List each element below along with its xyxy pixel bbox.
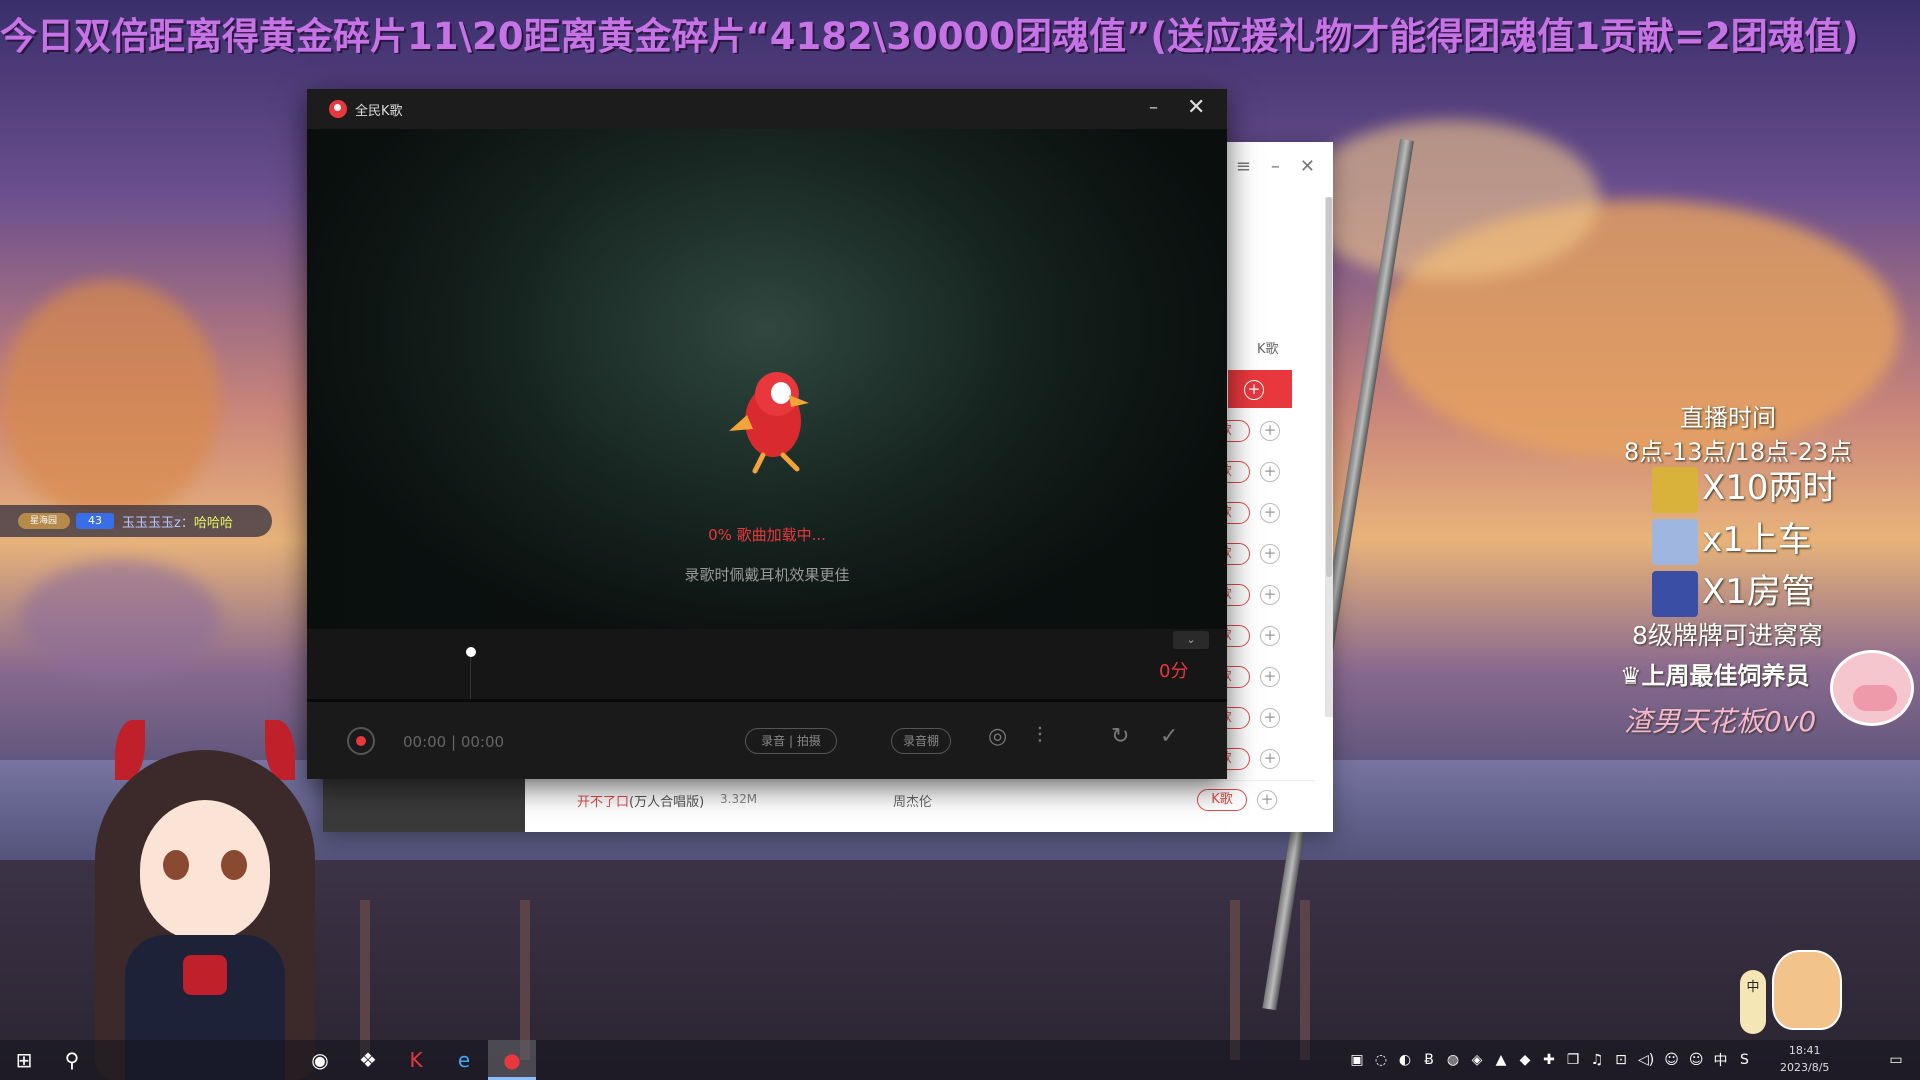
- record-button[interactable]: [347, 727, 375, 755]
- ktv-window: 全民K歌 – ✕ 0% 歌曲加载中... 录歌时佩戴耳机效果更佳 ⌄ 0分 00…: [307, 89, 1227, 779]
- pig-icon: [1830, 650, 1914, 726]
- control-bar: 00:00 | 00:00 录音 | 拍摄 录音棚 ◎ ⫶ ↻ ✓: [307, 702, 1227, 779]
- taskbar: ⊞ ⚲ ◉ ❖ K e ● ▣ ◌ ◐ Ƀ ◍ ◈ ▲ ◆ ✚ ❐ ♫ ⊡ ◁)…: [0, 1040, 1920, 1080]
- stream-banner: 今日双倍距离得黄金碎片11\20距离黄金碎片“4182\30000团魂值”(送应…: [0, 15, 1859, 54]
- tray-icon[interactable]: ☺: [1689, 1052, 1704, 1068]
- level-requirement: 8级牌牌可进窝窝: [1632, 621, 1823, 650]
- search-icon[interactable]: ⚲: [48, 1040, 96, 1080]
- chat-message: 星海园 43 玉玉玉玉z：哈哈哈: [0, 505, 272, 537]
- add-icon[interactable]: +: [1260, 749, 1280, 769]
- clock[interactable]: 18:41 2023/8/5: [1780, 1042, 1829, 1076]
- fan-badge: 星海园: [18, 513, 70, 529]
- mascot-bird-icon: [729, 372, 809, 474]
- close-icon[interactable]: ✕: [1300, 156, 1315, 177]
- dog-mascot-icon: [1772, 950, 1842, 1030]
- crown-icon: ♛: [1620, 662, 1642, 690]
- song-size: 3.32M: [720, 792, 758, 806]
- gold-ticket-icon: [1652, 466, 1698, 513]
- headphone-tip: 录歌时佩戴耳机效果更佳: [684, 566, 850, 584]
- edge-icon[interactable]: e: [440, 1040, 488, 1080]
- start-icon[interactable]: ⊞: [0, 1040, 48, 1080]
- gift-item: X1房管: [1652, 564, 1815, 617]
- equalizer-icon[interactable]: ⫶: [1037, 724, 1043, 749]
- song-title[interactable]: 开不了口(万人合唱版): [577, 791, 704, 810]
- level-badge: 43: [76, 513, 114, 529]
- volume-icon[interactable]: ◁): [1638, 1052, 1654, 1068]
- ktv-taskbar-icon[interactable]: ●: [488, 1040, 536, 1080]
- pitch-indicator: [466, 647, 476, 657]
- weekly-best-name: 渣男天花板0v0: [1624, 705, 1817, 738]
- vtuber-avatar: [95, 720, 315, 1080]
- notification-icon[interactable]: ▭: [1872, 1040, 1920, 1080]
- song-row[interactable]: 开不了口(万人合唱版) 3.32M 周杰伦 K歌 +: [525, 780, 1315, 818]
- ime-floating-bar[interactable]: 中: [1740, 970, 1766, 1034]
- record-photo-toggle[interactable]: 录音 | 拍摄: [745, 728, 837, 754]
- score-display: 0分: [1159, 661, 1189, 682]
- add-icon[interactable]: +: [1260, 708, 1280, 728]
- live-time-title: 直播时间: [1680, 404, 1776, 432]
- studio-button[interactable]: 录音棚: [891, 728, 951, 754]
- pitch-track: ⌄ 0分: [307, 629, 1227, 699]
- list-scrollbar[interactable]: [1325, 197, 1333, 717]
- gift-item: x1上车: [1652, 512, 1812, 565]
- minimize-icon[interactable]: –: [1271, 156, 1280, 177]
- tray-icon[interactable]: ▣: [1350, 1052, 1364, 1068]
- repeat-icon[interactable]: ↻: [1111, 724, 1129, 749]
- add-icon[interactable]: +: [1244, 380, 1264, 400]
- tray-icon[interactable]: ☺: [1664, 1052, 1679, 1068]
- tray-icon[interactable]: ◈: [1470, 1052, 1484, 1068]
- list-window-controls: ≡ – ✕: [1236, 156, 1315, 177]
- ktv-titlebar[interactable]: 全民K歌 – ✕: [307, 89, 1227, 129]
- app-icon[interactable]: ❖: [344, 1040, 392, 1080]
- tray-icon[interactable]: ◍: [1446, 1052, 1460, 1068]
- k-app-icon[interactable]: K: [392, 1040, 440, 1080]
- gift-item: X10两时: [1652, 460, 1837, 513]
- weekly-best-label: ♛上周最佳饲养员: [1620, 662, 1810, 690]
- plane-icon: [1652, 518, 1698, 565]
- ime-indicator[interactable]: 中: [1713, 1050, 1727, 1070]
- network-icon[interactable]: ⊡: [1614, 1052, 1628, 1068]
- tray-icon[interactable]: ❐: [1566, 1052, 1580, 1068]
- tray-icon[interactable]: Ƀ: [1422, 1052, 1436, 1068]
- add-icon[interactable]: +: [1260, 503, 1280, 523]
- add-icon[interactable]: +: [1260, 544, 1280, 564]
- song-artist[interactable]: 周杰伦: [893, 791, 932, 810]
- tray-icon[interactable]: ▲: [1494, 1052, 1508, 1068]
- collapse-button[interactable]: ⌄: [1173, 631, 1209, 649]
- tray-icon[interactable]: ◐: [1398, 1052, 1412, 1068]
- column-header-k: K歌: [1257, 342, 1279, 357]
- minimize-icon[interactable]: –: [1149, 97, 1158, 118]
- add-icon[interactable]: +: [1260, 626, 1280, 646]
- camera-icon[interactable]: ◎: [988, 724, 1007, 749]
- chat-text: 哈哈哈: [193, 516, 233, 531]
- tray-icon[interactable]: ◌: [1374, 1052, 1388, 1068]
- system-tray: ▣ ◌ ◐ Ƀ ◍ ◈ ▲ ◆ ✚ ❐ ♫ ⊡ ◁) ☺ ☺ 中 S: [1350, 1040, 1751, 1080]
- tray-icon[interactable]: ✚: [1542, 1052, 1556, 1068]
- rocket-icon: [1652, 570, 1698, 617]
- obs-icon[interactable]: ◉: [296, 1040, 344, 1080]
- app-logo-icon: [329, 100, 347, 118]
- add-icon[interactable]: +: [1260, 462, 1280, 482]
- row-control: K歌 +: [1197, 787, 1297, 813]
- tray-icon[interactable]: ◆: [1518, 1052, 1532, 1068]
- add-icon[interactable]: +: [1260, 667, 1280, 687]
- add-icon[interactable]: +: [1260, 421, 1280, 441]
- list-scrollbar-thumb[interactable]: [1326, 197, 1332, 577]
- add-icon[interactable]: +: [1257, 790, 1277, 810]
- close-icon[interactable]: ✕: [1187, 95, 1205, 120]
- k-song-button[interactable]: K歌: [1197, 789, 1247, 811]
- row-control: +: [1224, 377, 1324, 403]
- loading-status: 0% 歌曲加载中...: [708, 526, 826, 544]
- ktv-window-title: 全民K歌: [355, 104, 403, 119]
- tray-icon[interactable]: S: [1737, 1052, 1751, 1068]
- pitch-line: [470, 657, 471, 699]
- finish-check-icon[interactable]: ✓: [1160, 724, 1178, 749]
- tray-icon[interactable]: ♫: [1590, 1052, 1604, 1068]
- chat-user: 玉玉玉玉z：哈哈哈: [122, 516, 233, 531]
- add-icon[interactable]: +: [1260, 585, 1280, 605]
- playback-time: 00:00 | 00:00: [403, 733, 505, 751]
- menu-icon[interactable]: ≡: [1236, 156, 1251, 177]
